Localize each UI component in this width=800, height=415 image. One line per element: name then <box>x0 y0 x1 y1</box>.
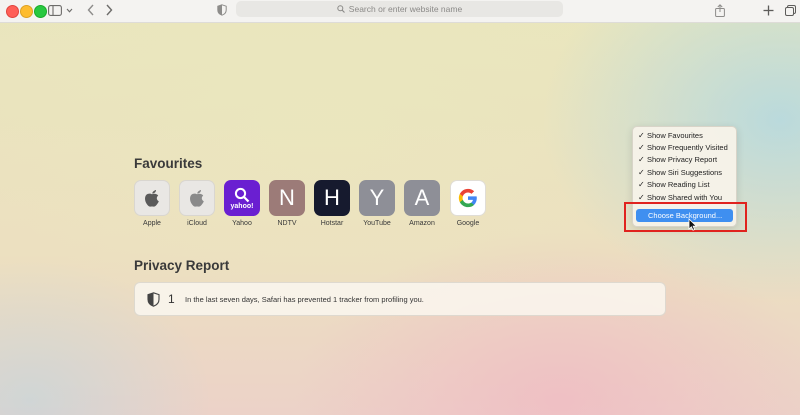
google-logo-icon <box>450 180 486 216</box>
menu-item-show-privacy-report[interactable]: ✓ Show Privacy Report <box>633 154 736 166</box>
checkmark-icon: ✓ <box>638 143 645 152</box>
favourite-label: Google <box>456 220 480 227</box>
annotation-highlight-box <box>624 202 747 232</box>
menu-item-label: Show Reading List <box>647 180 710 189</box>
menu-item-show-siri-suggestions[interactable]: ✓ Show Siri Suggestions <box>633 167 736 179</box>
checkmark-icon: ✓ <box>638 168 645 177</box>
privacy-report-card[interactable]: 1 In the last seven days, Safari has pre… <box>134 282 666 316</box>
privacy-message: In the last seven days, Safari has preve… <box>185 295 424 304</box>
favourite-google[interactable]: Google <box>450 180 486 227</box>
yahoo-logo-icon: yahoo! <box>224 180 260 216</box>
zoom-window-button[interactable] <box>34 5 47 18</box>
favourite-icloud[interactable]: iCloud <box>179 180 215 227</box>
toolbar: Search or enter website name <box>0 0 800 23</box>
tabs-overview-icon[interactable] <box>784 3 796 17</box>
sidebar-icon[interactable] <box>48 3 62 17</box>
privacy-report-heading: Privacy Report <box>134 258 230 273</box>
address-placeholder: Search or enter website name <box>348 4 463 14</box>
menu-item-show-reading-list[interactable]: ✓ Show Reading List <box>633 179 736 191</box>
favourite-youtube[interactable]: Y YouTube <box>359 180 395 227</box>
address-bar[interactable]: Search or enter website name <box>236 1 563 17</box>
forward-icon[interactable] <box>104 3 114 17</box>
privacy-shield-icon[interactable] <box>216 3 228 17</box>
favourite-ndtv[interactable]: N NDTV <box>269 180 305 227</box>
hotstar-letter-tile: H <box>314 180 350 216</box>
close-window-button[interactable] <box>6 5 19 18</box>
checkmark-icon: ✓ <box>638 180 645 189</box>
share-icon[interactable] <box>714 2 726 18</box>
favourite-apple[interactable]: Apple <box>134 180 170 227</box>
menu-item-label: Show Frequently Visited <box>647 143 728 152</box>
apple-logo-icon <box>179 180 215 216</box>
mouse-pointer-icon <box>688 218 698 231</box>
youtube-letter-tile: Y <box>359 180 395 216</box>
tracker-count: 1 <box>168 292 175 306</box>
privacy-shield-icon <box>147 292 160 307</box>
menu-item-show-favourites[interactable]: ✓ Show Favourites <box>633 130 736 142</box>
safari-window: Search or enter website name Favourites … <box>0 0 800 415</box>
ndtv-letter-tile: N <box>269 180 305 216</box>
minimize-window-button[interactable] <box>20 5 33 18</box>
favourite-amazon[interactable]: A Amazon <box>404 180 440 227</box>
menu-item-label: Show Favourites <box>647 131 703 140</box>
favourite-yahoo[interactable]: yahoo! Yahoo <box>224 180 260 227</box>
search-icon <box>337 5 345 13</box>
plus-icon[interactable] <box>762 3 774 17</box>
amazon-letter-tile: A <box>404 180 440 216</box>
menu-item-label: Show Privacy Report <box>647 155 718 164</box>
checkmark-icon: ✓ <box>638 155 645 164</box>
chevron-down-icon[interactable] <box>65 3 73 17</box>
back-icon[interactable] <box>85 3 95 17</box>
favourite-hotstar[interactable]: H Hotstar <box>314 180 350 227</box>
apple-logo-icon <box>134 180 170 216</box>
menu-item-label: Show Siri Suggestions <box>647 168 723 177</box>
checkmark-icon: ✓ <box>638 131 645 140</box>
menu-item-show-frequently-visited[interactable]: ✓ Show Frequently Visited <box>633 142 736 154</box>
favourites-heading: Favourites <box>134 156 203 171</box>
